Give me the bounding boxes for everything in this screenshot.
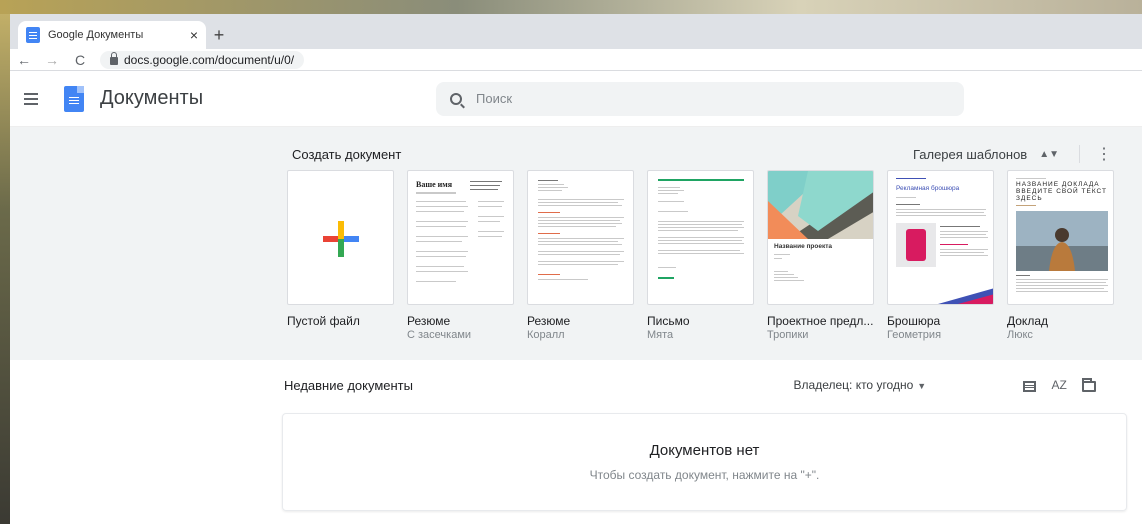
template-thumbnail[interactable] [287, 170, 394, 305]
template-name: Проектное предл... [767, 314, 874, 328]
template-project-proposal[interactable]: Название проекта Проектное предл... Троп… [767, 170, 874, 341]
desktop-background-top [0, 0, 1142, 14]
template-subtitle: Люкс [1007, 329, 1033, 341]
search-input[interactable]: Поиск [476, 91, 512, 106]
file-picker-button[interactable] [1074, 377, 1104, 393]
empty-state-subtitle: Чтобы создать документ, нажмите на "+". [589, 468, 820, 482]
folder-icon [1082, 377, 1097, 392]
search-bar[interactable]: Поиск [436, 81, 964, 116]
dropdown-arrow-icon: ▼ [917, 381, 927, 391]
search-icon[interactable] [450, 92, 462, 105]
template-gallery: Создать документ Галерея шаблонов ▲▼ ⋮ П… [10, 127, 1142, 360]
sort-button[interactable]: AZ [1044, 378, 1074, 392]
template-letter-mint[interactable]: Письмо Мята [647, 170, 754, 341]
docs-favicon-icon [26, 27, 40, 43]
new-tab-button[interactable]: + [206, 21, 232, 49]
list-view-button[interactable] [1014, 377, 1044, 393]
tab-title: Google Документы [48, 29, 144, 41]
template-thumbnail[interactable] [647, 170, 754, 305]
empty-state-card: Документов нет Чтобы создать документ, н… [282, 413, 1127, 511]
app-title[interactable]: Документы [100, 87, 436, 110]
template-subtitle: С засечками [407, 329, 472, 341]
reload-button[interactable]: C [72, 52, 88, 68]
list-view-icon [1022, 380, 1036, 392]
plus-icon [323, 221, 359, 257]
gallery-header: Создать документ Галерея шаблонов ▲▼ ⋮ [292, 144, 1112, 164]
recent-documents-section: Недавние документы Владелец: кто угодно ▼… [10, 360, 1142, 522]
resume-name-text: Ваше имя [416, 180, 453, 189]
template-name: Резюме [527, 314, 571, 328]
browser-tab-docs[interactable]: Google Документы × [18, 21, 206, 49]
app-header: Документы Поиск [10, 71, 1142, 127]
template-name: Резюме [407, 314, 451, 328]
back-button[interactable]: ← [16, 52, 32, 68]
address-bar: ← → C docs.google.com/document/u/0/ [10, 49, 1142, 71]
report-title-text: НАЗВАНИЕ ДОКЛАДА ВВЕДИТЕ СВОЙ ТЕКСТ ЗДЕС… [1016, 181, 1108, 202]
template-thumbnail[interactable] [527, 170, 634, 305]
recent-documents-heading: Недавние документы [284, 377, 413, 393]
template-gallery-button[interactable]: Галерея шаблонов [913, 147, 1027, 162]
docs-logo-icon[interactable] [64, 85, 84, 112]
report-photo [1016, 211, 1108, 271]
close-tab-icon[interactable]: × [190, 27, 198, 43]
empty-state-title: Документов нет [649, 442, 760, 459]
owner-filter-label: Владелец: кто угодно [793, 378, 914, 392]
create-document-heading: Создать документ [292, 146, 402, 162]
brochure-geometry-graphic [938, 288, 993, 304]
template-subtitle: Коралл [527, 329, 565, 341]
tropics-graphic [768, 171, 873, 239]
recent-header: Недавние документы Владелец: кто угодно ▼… [284, 377, 1104, 393]
template-thumbnail[interactable]: Название проекта [767, 170, 874, 305]
template-thumbnail[interactable]: НАЗВАНИЕ ДОКЛАДА ВВЕДИТЕ СВОЙ ТЕКСТ ЗДЕС… [1007, 170, 1114, 305]
template-thumbnail[interactable]: Рекламная брошюра [887, 170, 994, 305]
template-subtitle: Мята [647, 329, 674, 341]
forward-button[interactable]: → [44, 52, 60, 68]
owner-filter-dropdown[interactable]: Владелец: кто угодно ▼ [794, 378, 1015, 392]
template-list: Пустой файл Ваше имя Резюме С засечками … [287, 170, 1114, 341]
more-options-icon[interactable]: ⋮ [1096, 144, 1112, 164]
template-resume-coral[interactable]: Резюме Коралл [527, 170, 634, 341]
lock-icon [110, 52, 118, 65]
main-menu-icon[interactable] [24, 92, 42, 105]
template-resume-serif[interactable]: Ваше имя Резюме С засечками [407, 170, 514, 341]
browser-window: Google Документы × + ← → C docs.google.c… [10, 14, 1142, 524]
template-thumbnail[interactable]: Ваше имя [407, 170, 514, 305]
divider [1079, 145, 1080, 163]
brochure-title-text: Рекламная брошюра [896, 185, 960, 192]
project-title-text: Название проекта [774, 243, 833, 250]
template-subtitle: Геометрия [887, 329, 942, 341]
template-brochure[interactable]: Рекламная брошюра Брошюра Геометрия [887, 170, 994, 341]
url-field[interactable]: docs.google.com/document/u/0/ [100, 50, 305, 69]
template-blank[interactable]: Пустой файл [287, 170, 394, 341]
template-subtitle: Тропики [767, 329, 809, 341]
tab-strip: Google Документы × + [10, 14, 1142, 49]
template-name: Доклад [1007, 314, 1048, 328]
template-name: Пустой файл [287, 314, 360, 328]
template-name: Брошюра [887, 314, 941, 328]
template-name: Письмо [647, 314, 690, 328]
expand-collapse-icon[interactable]: ▲▼ [1039, 149, 1059, 160]
template-report[interactable]: НАЗВАНИЕ ДОКЛАДА ВВЕДИТЕ СВОЙ ТЕКСТ ЗДЕС… [1007, 170, 1114, 341]
url-text: docs.google.com/document/u/0/ [124, 52, 295, 67]
sort-az-icon: AZ [1051, 378, 1067, 392]
